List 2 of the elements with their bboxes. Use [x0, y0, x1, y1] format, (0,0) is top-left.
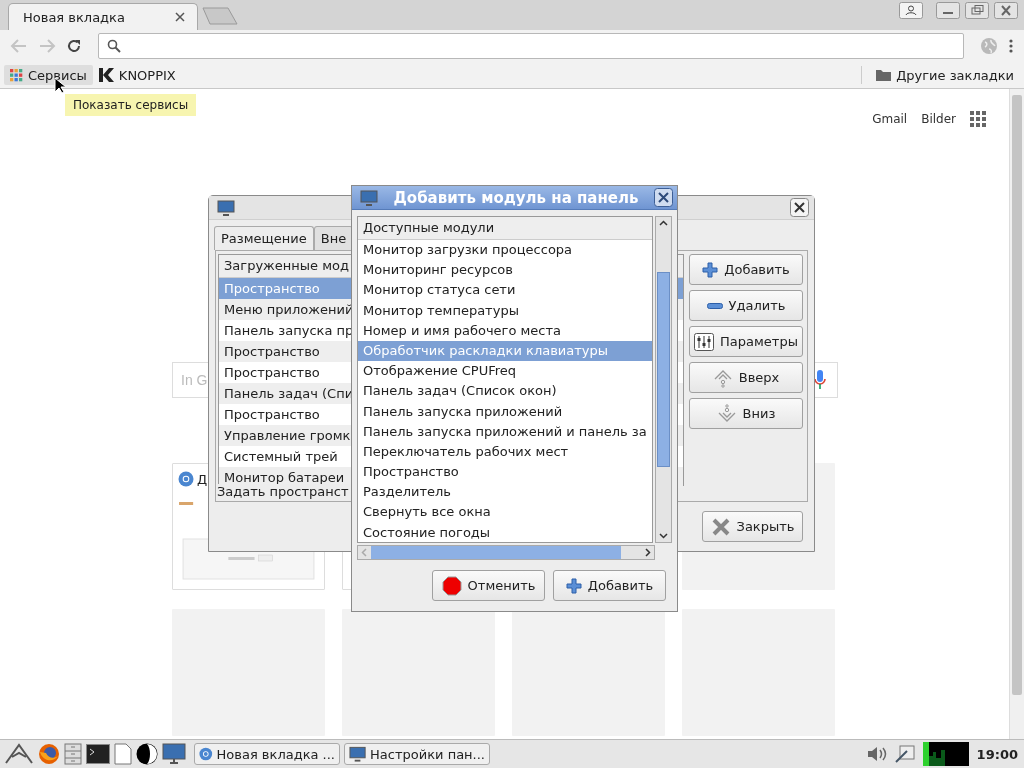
- tooltip: Показать сервисы: [65, 94, 197, 116]
- window-title: Добавить модуль на панель: [392, 188, 640, 207]
